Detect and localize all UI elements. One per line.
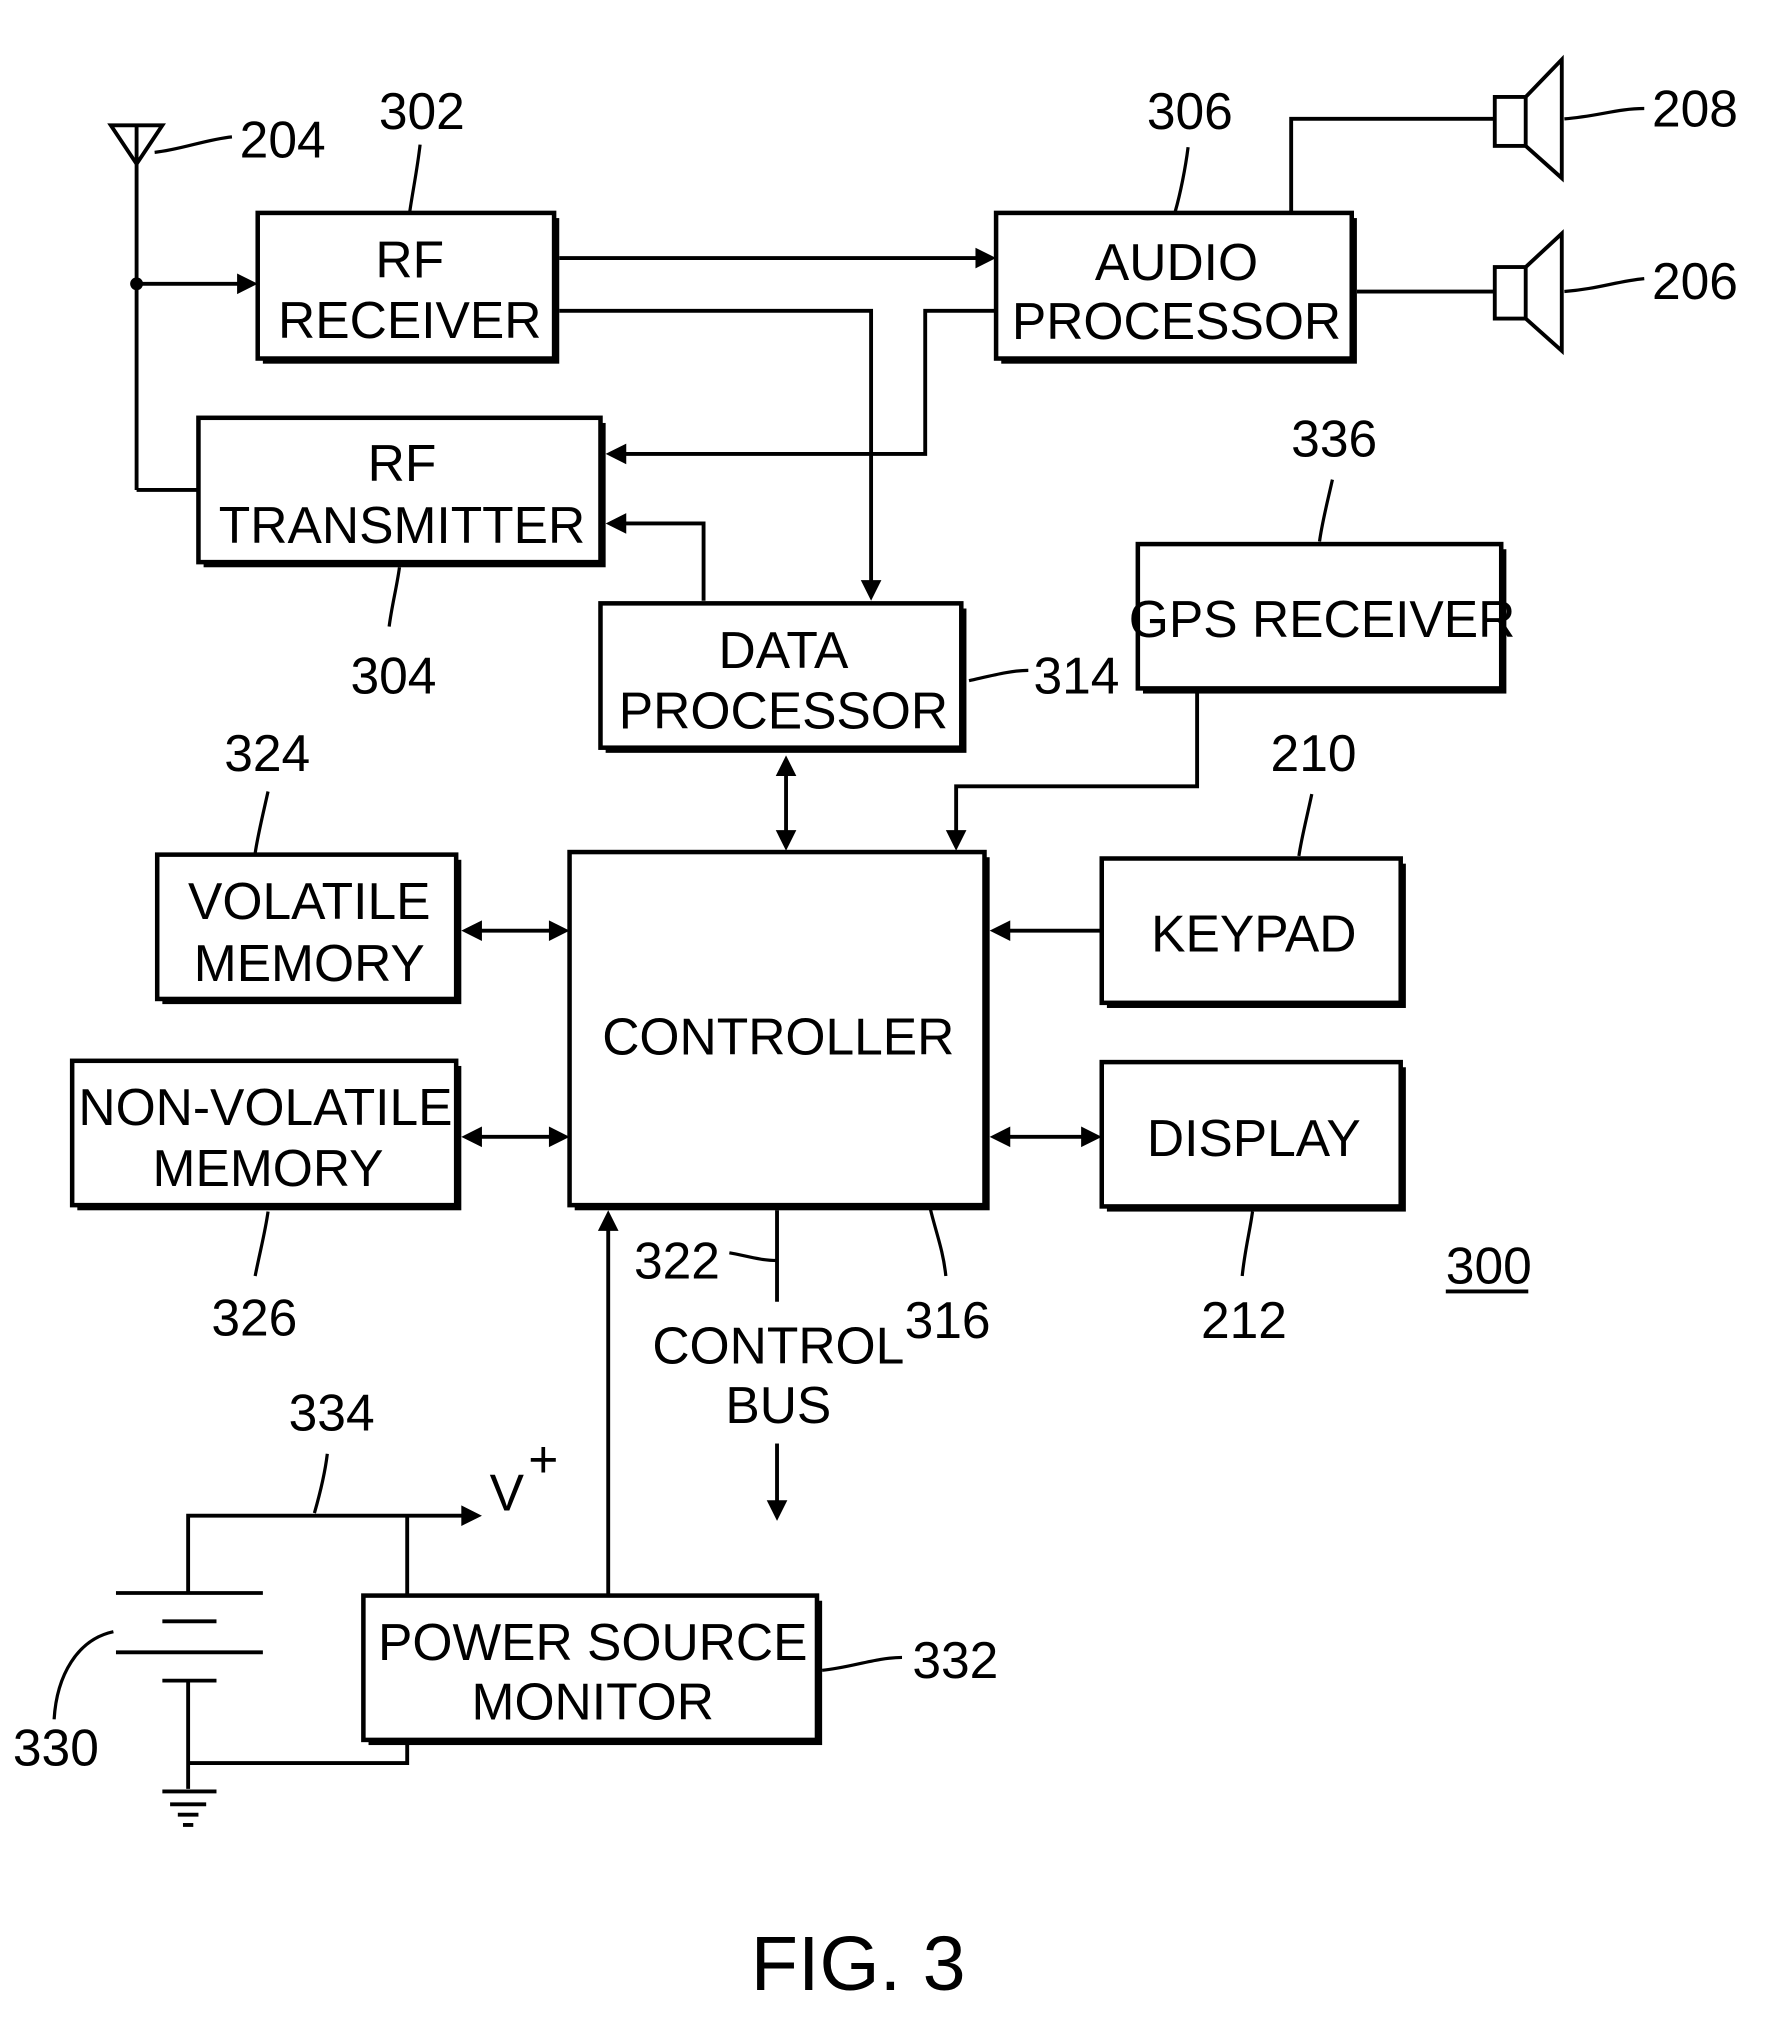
power-source-monitor-leader xyxy=(821,1655,903,1672)
antenna-icon xyxy=(107,123,166,490)
display-ref: 212 xyxy=(1201,1291,1287,1349)
rf-transmitter-leader xyxy=(387,567,402,627)
antenna-leader xyxy=(154,135,233,154)
rf-receiver-ref: 302 xyxy=(379,82,465,140)
display-leader xyxy=(1240,1211,1255,1277)
ground-icon xyxy=(162,1789,217,1827)
volatile-memory-leader xyxy=(253,791,270,854)
audio-to-transmitter-wire xyxy=(621,308,997,456)
rf-receiver-leader xyxy=(408,144,422,212)
data-processor-label-line2: PROCESSOR xyxy=(619,681,948,739)
rf-receiver-label-line1: RF xyxy=(375,230,444,288)
speaker-top-ref: 208 xyxy=(1652,80,1738,138)
speaker-top-icon xyxy=(1492,54,1564,183)
data-processor-to-transmitter-wire xyxy=(621,521,706,601)
rf-transmitter-block: RF TRANSMITTER xyxy=(196,415,606,568)
arrow-icon xyxy=(766,1500,788,1521)
power-source-monitor-label-line1: POWER SOURCE xyxy=(378,1613,807,1671)
volatile-memory-ref: 324 xyxy=(224,724,310,782)
rf-transmitter-label-line2: TRANSMITTER xyxy=(219,496,585,554)
rf-receiver-block: RF RECEIVER xyxy=(255,210,560,364)
power-source-monitor-label-line2: MONITOR xyxy=(472,1672,714,1730)
figure-title: FIG. 3 xyxy=(751,1921,966,2007)
control-bus-leader xyxy=(729,1251,778,1263)
supply-line-ref: 334 xyxy=(289,1384,375,1442)
gps-to-controller-wire xyxy=(954,693,1200,833)
speaker-bottom-ref: 206 xyxy=(1652,252,1738,310)
gps-receiver-block: GPS RECEIVER xyxy=(1129,541,1516,694)
non-volatile-memory-leader xyxy=(253,1211,270,1277)
speaker-bottom-leader xyxy=(1564,277,1645,294)
data-processor-block: DATA PROCESSOR xyxy=(598,601,967,753)
rf-transmitter-ref: 304 xyxy=(350,647,436,705)
arrow-icon xyxy=(989,920,1011,941)
arrow-icon xyxy=(548,1126,570,1148)
arrow-icon xyxy=(989,1126,1011,1148)
rf-transmitter-label-line1: RF xyxy=(368,434,437,492)
keypad-ref: 210 xyxy=(1271,724,1357,782)
block-diagram: 204 RF RECEIVER 302 RF TRANSMITTER 304 A… xyxy=(13,54,1738,2007)
non-volatile-memory-label-line1: NON-VOLATILE xyxy=(78,1078,452,1136)
keypad-block: KEYPAD xyxy=(1099,856,1406,1008)
controller-leader xyxy=(928,1208,948,1277)
data-processor-leader xyxy=(968,668,1029,683)
ground-to-monitor-wire xyxy=(188,1745,410,1766)
antenna-ref: 204 xyxy=(240,111,326,169)
supply-line-leader xyxy=(312,1453,329,1514)
controller-block: CONTROLLER xyxy=(567,849,990,1211)
rf-receiver-label-line2: RECEIVER xyxy=(278,291,541,349)
figure-ref: 300 xyxy=(1446,1237,1532,1295)
arrow-icon xyxy=(597,1210,619,1231)
receiver-to-data-processor-wire xyxy=(559,308,874,583)
controller-label: CONTROLLER xyxy=(602,1007,954,1065)
audio-processor-leader xyxy=(1173,146,1190,213)
non-volatile-memory-label-line2: MEMORY xyxy=(153,1139,384,1197)
supply-voltage-label: V xyxy=(490,1464,525,1522)
arrow-icon xyxy=(945,830,967,851)
speaker-top-leader xyxy=(1564,106,1645,121)
arrow-icon xyxy=(1081,1126,1102,1148)
keypad-leader xyxy=(1297,793,1314,857)
audio-processor-block: AUDIO PROCESSOR xyxy=(993,210,1357,364)
gps-receiver-label: GPS RECEIVER xyxy=(1129,590,1516,648)
power-source-monitor-ref: 332 xyxy=(912,1631,998,1689)
arrow-icon xyxy=(605,513,627,534)
data-processor-label-line1: DATA xyxy=(719,621,849,679)
gps-receiver-ref: 336 xyxy=(1291,409,1377,467)
volatile-memory-label-line2: MEMORY xyxy=(194,934,425,992)
volatile-memory-block: VOLATILE MEMORY xyxy=(154,852,462,1005)
arrow-icon xyxy=(775,830,797,851)
display-label: DISPLAY xyxy=(1147,1109,1361,1167)
gps-receiver-leader xyxy=(1317,479,1334,542)
control-bus-label-line1: CONTROL xyxy=(652,1317,904,1375)
battery-leader xyxy=(52,1630,114,1720)
power-source-monitor-block: POWER SOURCE MONITOR xyxy=(361,1593,823,1746)
arrow-icon xyxy=(461,1505,482,1526)
keypad-label: KEYPAD xyxy=(1151,904,1356,962)
volatile-memory-label-line1: VOLATILE xyxy=(188,872,430,930)
data-processor-ref: 314 xyxy=(1033,647,1119,705)
battery-ref: 330 xyxy=(13,1719,99,1777)
arrow-icon xyxy=(975,247,997,269)
arrow-icon xyxy=(461,920,482,941)
controller-ref: 316 xyxy=(905,1291,991,1349)
audio-processor-ref: 306 xyxy=(1147,82,1233,140)
arrow-icon xyxy=(461,1126,482,1148)
audio-to-speaker-top-wire xyxy=(1289,116,1495,213)
display-block: DISPLAY xyxy=(1099,1059,1406,1212)
arrow-icon xyxy=(548,920,570,941)
arrow-icon xyxy=(775,755,797,777)
control-bus-ref: 322 xyxy=(634,1232,720,1290)
supply-voltage-sign: + xyxy=(528,1430,558,1488)
audio-processor-label-line2: PROCESSOR xyxy=(1012,292,1341,350)
audio-processor-label-line1: AUDIO xyxy=(1095,233,1258,291)
non-volatile-memory-block: NON-VOLATILE MEMORY xyxy=(69,1058,462,1211)
speaker-bottom-icon xyxy=(1492,229,1564,356)
arrow-icon xyxy=(605,443,627,465)
arrow-icon xyxy=(237,273,258,295)
control-bus-label-line2: BUS xyxy=(725,1376,831,1434)
non-volatile-memory-ref: 326 xyxy=(211,1288,297,1346)
arrow-icon xyxy=(860,580,882,601)
